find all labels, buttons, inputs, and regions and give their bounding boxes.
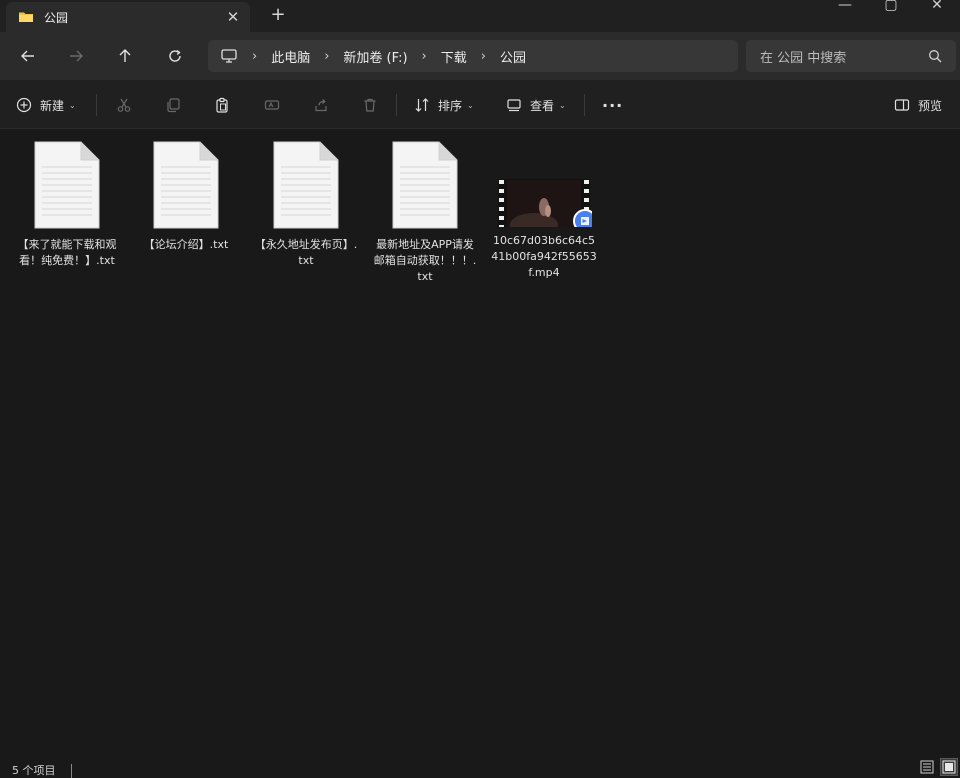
new-button-label: 新建: [40, 98, 65, 113]
trash-icon: [364, 98, 376, 112]
command-bar: 新建 ⌄ 排序 ⌄ 查看 ⌄ ··· 预览: [0, 80, 960, 129]
copy-icon: [167, 98, 180, 113]
text-file-icon: [153, 141, 219, 229]
view-button-label: 查看: [530, 98, 555, 113]
search-input[interactable]: 在 公园 中搜索: [746, 40, 956, 72]
rename-icon: [264, 100, 280, 110]
preview-pane-label: 预览: [918, 98, 943, 113]
file-item-txt[interactable]: 【来了就能下载和观看！纯免费！】.txt: [14, 141, 120, 269]
navigation-bar: › 此电脑 › 新加卷 (F:) › 下载 › 公园 在 公园 中搜索: [0, 32, 960, 80]
clipboard-icon: [216, 97, 228, 113]
chevron-down-icon: ⌄: [559, 100, 566, 110]
breadcrumb-separator: ›: [252, 48, 258, 64]
computer-icon: [221, 49, 237, 63]
back-button[interactable]: [16, 44, 40, 68]
list-view-icon: [920, 760, 934, 774]
toolbar-divider: [96, 94, 97, 116]
toolbar-divider: [584, 94, 585, 116]
chevron-down-icon: ⌄: [467, 100, 474, 110]
file-name: 最新地址及APP请发邮箱自动获取！！！.txt: [373, 238, 477, 283]
arrow-left-icon: [21, 50, 34, 62]
file-item-mp4[interactable]: 10c67d03b6c64c541b00fa942f55653f.mp4: [491, 141, 597, 281]
new-tab-button[interactable]: +: [266, 4, 290, 25]
view-button[interactable]: 查看 ⌄: [506, 94, 566, 116]
address-bar[interactable]: › 此电脑 › 新加卷 (F:) › 下载 › 公园: [208, 40, 738, 72]
forward-button[interactable]: [64, 44, 88, 68]
chevron-down-icon: ⌄: [69, 100, 76, 110]
breadcrumb-separator: ›: [480, 48, 486, 64]
details-view-button[interactable]: [918, 758, 936, 776]
maximize-button[interactable]: ▢: [868, 0, 914, 32]
arrow-up-icon: [119, 49, 131, 62]
item-count: 5 个项目: [12, 764, 56, 777]
minimize-button[interactable]: —: [822, 0, 868, 32]
video-file-icon: [498, 179, 597, 237]
arrow-right-icon: [70, 50, 83, 62]
tab-title: 公园: [44, 10, 69, 25]
breadcrumb-gongyuan[interactable]: 公园: [500, 47, 526, 66]
refresh-button[interactable]: [163, 44, 187, 68]
breadcrumb-this-pc[interactable]: 此电脑: [271, 47, 310, 66]
share-button[interactable]: [313, 94, 329, 116]
breadcrumb-new-volume[interactable]: 新加卷 (F:): [343, 47, 407, 66]
file-item-txt[interactable]: 【永久地址发布页】.txt: [253, 141, 359, 269]
rename-button[interactable]: [264, 94, 280, 116]
file-name: 【来了就能下载和观看！纯免费！】.txt: [17, 238, 117, 267]
title-bar: 公园 ✕ + — ▢ ✕: [0, 0, 960, 32]
file-item-txt[interactable]: 【论坛介绍】.txt: [133, 141, 239, 253]
preview-pane-icon: [894, 99, 910, 111]
cut-button[interactable]: [116, 94, 132, 116]
tab-gongyuan[interactable]: 公园 ✕: [6, 2, 250, 32]
delete-button[interactable]: [362, 94, 378, 116]
search-icon: [929, 50, 942, 63]
breadcrumb-separator: ›: [324, 48, 330, 64]
copy-button[interactable]: [165, 94, 181, 116]
breadcrumb-separator: ›: [421, 48, 427, 64]
text-file-icon: [34, 141, 100, 229]
file-name: 【永久地址发布页】.txt: [254, 238, 358, 267]
file-name: 10c67d03b6c64c541b00fa942f55653f.mp4: [491, 234, 597, 279]
up-button[interactable]: [113, 44, 137, 68]
more-icon: ···: [602, 95, 624, 115]
sort-button[interactable]: 排序 ⌄: [414, 94, 474, 116]
scissors-icon: [117, 98, 131, 112]
file-item-txt[interactable]: 最新地址及APP请发邮箱自动获取！！！.txt: [372, 141, 478, 285]
close-window-button[interactable]: ✕: [914, 0, 960, 32]
new-button[interactable]: 新建 ⌄: [16, 94, 76, 116]
file-name: 【论坛介绍】.txt: [143, 238, 229, 251]
tiles-view-icon: [942, 760, 956, 774]
status-divider: [71, 764, 72, 778]
share-icon: [315, 99, 327, 112]
text-file-icon: [273, 141, 339, 229]
breadcrumb-downloads[interactable]: 下载: [441, 47, 467, 66]
sort-icon: [415, 98, 429, 112]
file-list: 【来了就能下载和观看！纯免费！】.txt 【论坛介绍】.txt 【永久地址发布页…: [0, 129, 960, 756]
search-placeholder: 在 公园 中搜索: [760, 50, 847, 66]
refresh-icon: [169, 49, 181, 62]
window-controls: — ▢ ✕: [822, 0, 960, 32]
more-options-button[interactable]: ···: [602, 94, 623, 116]
folder-icon: [19, 12, 33, 22]
view-toggle: [918, 758, 958, 776]
toolbar-divider: [396, 94, 397, 116]
view-icon: [507, 99, 521, 112]
large-icons-view-button[interactable]: [940, 758, 958, 776]
sort-button-label: 排序: [438, 98, 463, 113]
plus-circle-icon: [16, 97, 32, 113]
text-file-icon: [392, 141, 458, 229]
preview-pane-button[interactable]: 预览: [894, 94, 942, 116]
paste-button[interactable]: [214, 94, 230, 116]
tab-close-icon[interactable]: ✕: [220, 8, 246, 26]
status-bar: 5 个项目: [0, 756, 960, 778]
video-thumbnail: [496, 141, 597, 237]
